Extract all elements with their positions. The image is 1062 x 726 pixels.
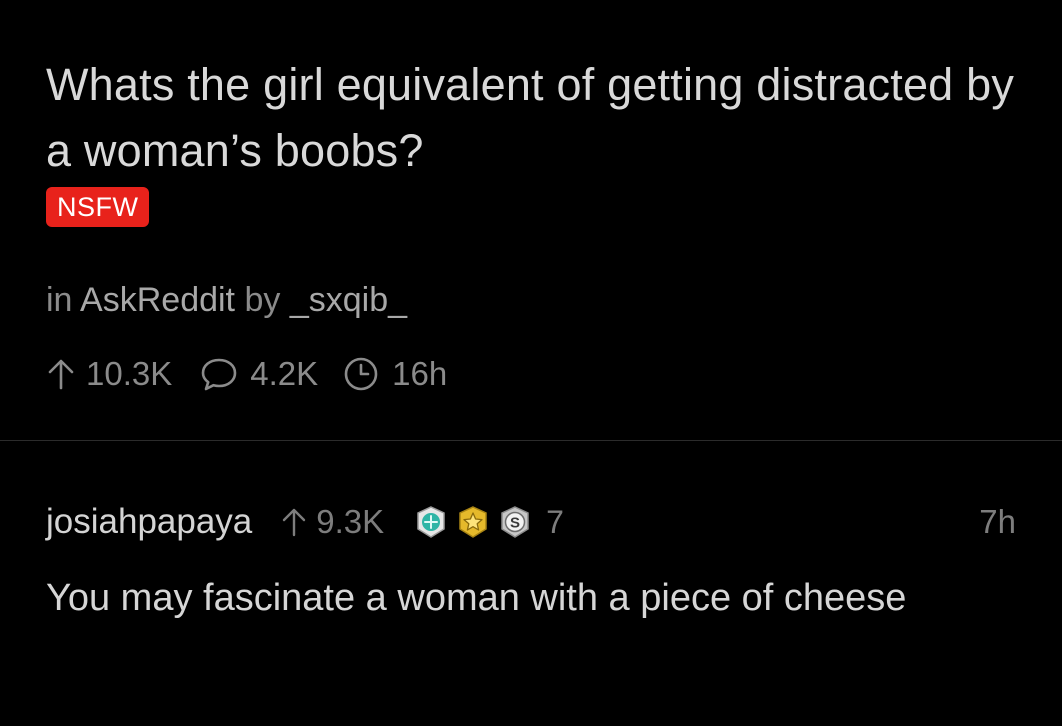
comment-bubble-icon	[201, 358, 237, 391]
post-age: 16h	[392, 355, 448, 392]
award-count: 7	[546, 503, 564, 540]
comments-stat[interactable]: 4.2K	[200, 355, 318, 393]
comment-body: You may fascinate a woman with a piece o…	[46, 577, 907, 619]
clock-icon	[344, 357, 378, 391]
comment-age: 7h	[979, 503, 1016, 540]
helpful-award-icon	[417, 506, 445, 538]
subreddit-link[interactable]: AskReddit	[80, 281, 235, 319]
awards[interactable]: S 7	[414, 504, 564, 541]
upvote-arrow-icon	[283, 508, 306, 537]
comment-score[interactable]: 9.3K	[280, 503, 384, 541]
upvote-stat[interactable]: 10.3K	[46, 355, 172, 393]
by-label: by	[244, 281, 281, 319]
comment-count: 4.2K	[250, 355, 319, 392]
post-title[interactable]: Whats the girl equivalent of getting dis…	[46, 52, 1026, 184]
in-label: in	[46, 281, 73, 319]
divider	[0, 440, 1062, 441]
nsfw-badge: NSFW	[46, 187, 150, 227]
post-author-link[interactable]: _sxqib_	[290, 281, 407, 319]
wholesome-star-award-icon	[459, 506, 487, 538]
svg-text:S: S	[510, 515, 520, 532]
post-stats: 10.3K 4.2K 16h	[46, 352, 447, 396]
age-stat: 16h	[342, 355, 447, 393]
post: Whats the girl equivalent of getting dis…	[0, 0, 1062, 440]
comment-header: josiahpapaya 9.3K S 7 7h	[46, 498, 1016, 546]
silver-award-icon: S	[501, 506, 529, 538]
upvote-arrow-icon	[48, 359, 74, 390]
comment-upvote-count: 9.3K	[316, 503, 385, 540]
comment-author-link[interactable]: josiahpapaya	[46, 502, 252, 542]
upvote-count: 10.3K	[86, 355, 173, 392]
post-meta: in AskReddit by _sxqib_	[46, 278, 407, 322]
